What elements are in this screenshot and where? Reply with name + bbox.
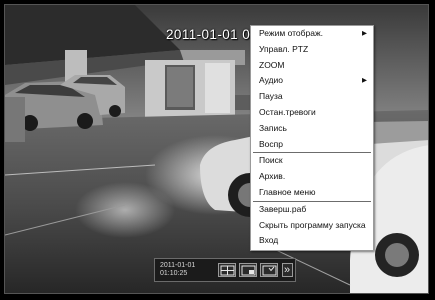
dropdown-button[interactable] (260, 263, 278, 277)
menu-item-label: Вход (259, 235, 279, 246)
menu-item[interactable]: Остан.тревоги (251, 105, 373, 121)
menu-item[interactable]: Архив. (251, 169, 373, 185)
menu-item-label: Пауза (259, 91, 283, 102)
menu-item-label: Режим отображ. (259, 28, 324, 38)
menu-item[interactable]: Заверш.раб (251, 202, 373, 218)
launcher-date: 2011-01-01 (160, 262, 196, 269)
menu-item[interactable]: Запись (251, 121, 373, 137)
launcher-bar: 2011-01-01 01:10:25 » (154, 258, 296, 282)
menu-item[interactable]: Аудио ▶ (251, 73, 373, 89)
split-screen-icon (220, 265, 235, 276)
menu-item[interactable]: Главное меню (251, 185, 373, 201)
menu-item[interactable]: Поиск (251, 153, 373, 169)
next-button[interactable]: » (282, 263, 293, 277)
menu-item-label: Аудио (259, 75, 283, 86)
next-icon: » (284, 264, 291, 276)
menu-item-label: Главное меню (259, 186, 316, 197)
launcher-time: 01:10:25 (160, 270, 188, 277)
menu-item[interactable]: Управл. PTZ (251, 42, 373, 58)
menu-item-label: Скрыть программу запуска (259, 219, 366, 230)
menu-item[interactable]: Пауза (251, 89, 373, 105)
menu-item[interactable]: Воспр (251, 137, 373, 153)
menu-item[interactable]: ZOOM (251, 58, 373, 74)
launcher-datetime: 2011-01-01 01:10:25 (160, 262, 195, 278)
timestamp-overlay: 2011-01-01 01 (166, 27, 259, 42)
submenu-arrow-icon: ▶ (362, 30, 367, 37)
context-menu: Режим отображ. ▶ Управл. PTZ ZOOM Аудио ▶ Пауз… (250, 25, 374, 251)
submenu-arrow-icon: ▶ (362, 77, 367, 85)
menu-item[interactable]: Скрыть программу запуска (251, 218, 373, 234)
menu-item-label: Архив. (259, 171, 286, 182)
menu-item-label: Воспр (259, 138, 283, 149)
menu-item[interactable]: Режим отображ. ▶ (251, 26, 373, 42)
menu-item-label: ZOOM (259, 59, 285, 70)
menu-item[interactable]: Вход (251, 233, 373, 249)
pip-button[interactable] (239, 263, 257, 277)
dropdown-icon (262, 265, 277, 276)
menu-item-label: Управл. PTZ (259, 43, 309, 54)
dvr-live-screen: 2011-01-01 01 Режим отображ. ▶ Управл. PTZ… (0, 0, 435, 300)
split-screen-button[interactable] (218, 263, 236, 277)
menu-item-label: Заверш.раб (259, 203, 307, 214)
menu-item-label: Поиск (259, 155, 283, 166)
menu-item-label: Запись (259, 122, 287, 133)
pip-icon (241, 265, 256, 276)
menu-item-label: Остан.тревоги (259, 106, 316, 117)
